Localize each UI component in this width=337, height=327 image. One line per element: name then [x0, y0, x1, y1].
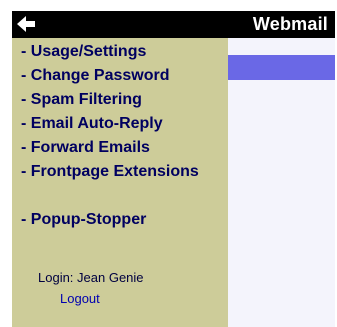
content-area — [228, 38, 335, 327]
sidebar-item-change-password[interactable]: - Change Password — [21, 64, 227, 87]
sidebar-item-forward-emails[interactable]: - Forward Emails — [21, 136, 227, 159]
webmail-window: Webmail - Usage/Settings - Change Passwo… — [12, 11, 335, 327]
login-status: Login: Jean Genie — [38, 270, 144, 285]
webmail-frame: Webmail - Usage/Settings - Change Passwo… — [0, 0, 337, 327]
content-header-bar — [228, 55, 335, 80]
sidebar-item-usage-settings[interactable]: - Usage/Settings — [21, 40, 227, 63]
sidebar: - Usage/Settings - Change Password - Spa… — [12, 38, 228, 327]
sidebar-item-email-auto-reply[interactable]: - Email Auto-Reply — [21, 112, 227, 135]
sidebar-item-spam-filtering[interactable]: - Spam Filtering — [21, 88, 227, 111]
sidebar-item-popup-stopper[interactable]: - Popup-Stopper — [21, 208, 227, 231]
page-title: Webmail — [252, 14, 328, 34]
title-bar: Webmail — [12, 11, 335, 38]
sidebar-item-frontpage-extensions[interactable]: - Frontpage Extensions — [21, 160, 201, 183]
logout-link[interactable]: Logout — [60, 291, 100, 306]
back-arrow-icon[interactable] — [15, 14, 37, 34]
